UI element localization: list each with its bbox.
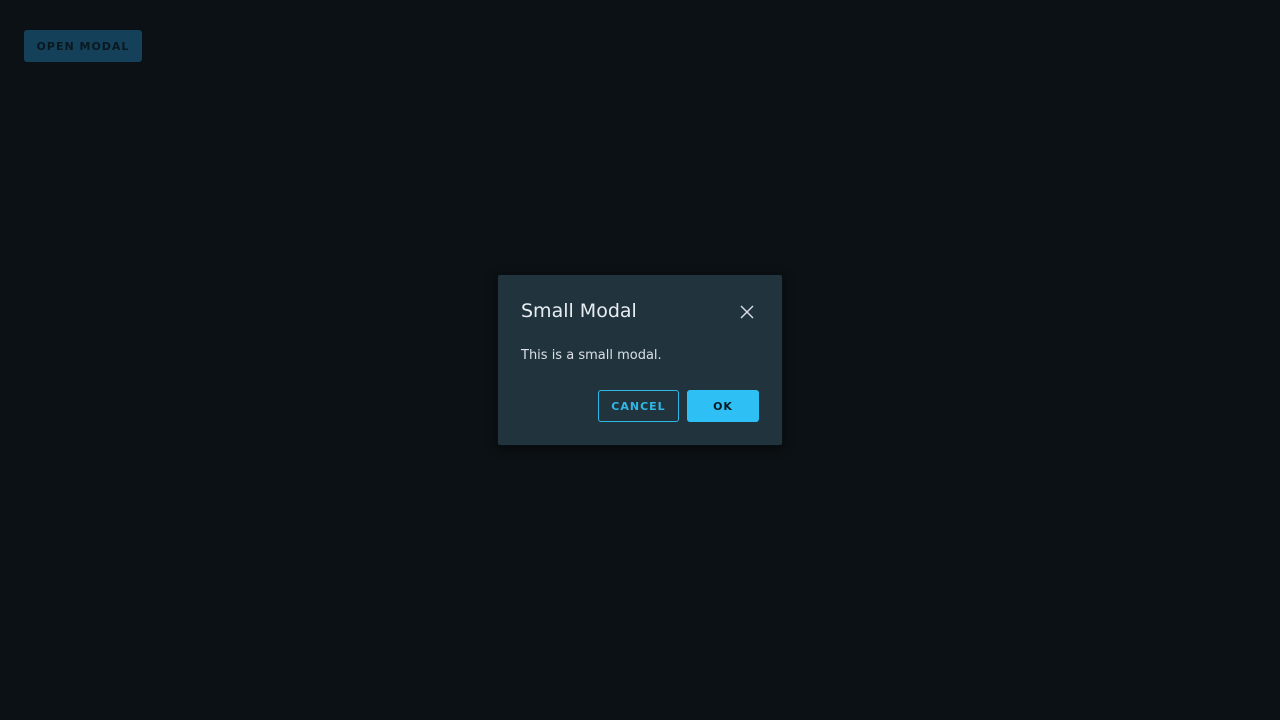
close-icon [740,305,754,319]
modal-body-text: This is a small modal. [521,348,662,363]
cancel-button[interactable]: CANCEL [598,390,679,422]
ok-button[interactable]: OK [687,390,759,422]
small-modal-dialog: Small Modal This is a small modal. CANCE… [497,274,783,446]
modal-overlay: Small Modal This is a small modal. CANCE… [0,0,1280,720]
close-button[interactable] [736,301,758,323]
modal-title: Small Modal [521,300,637,322]
page: OPEN MODAL Small Modal This is a small m… [0,0,1280,720]
